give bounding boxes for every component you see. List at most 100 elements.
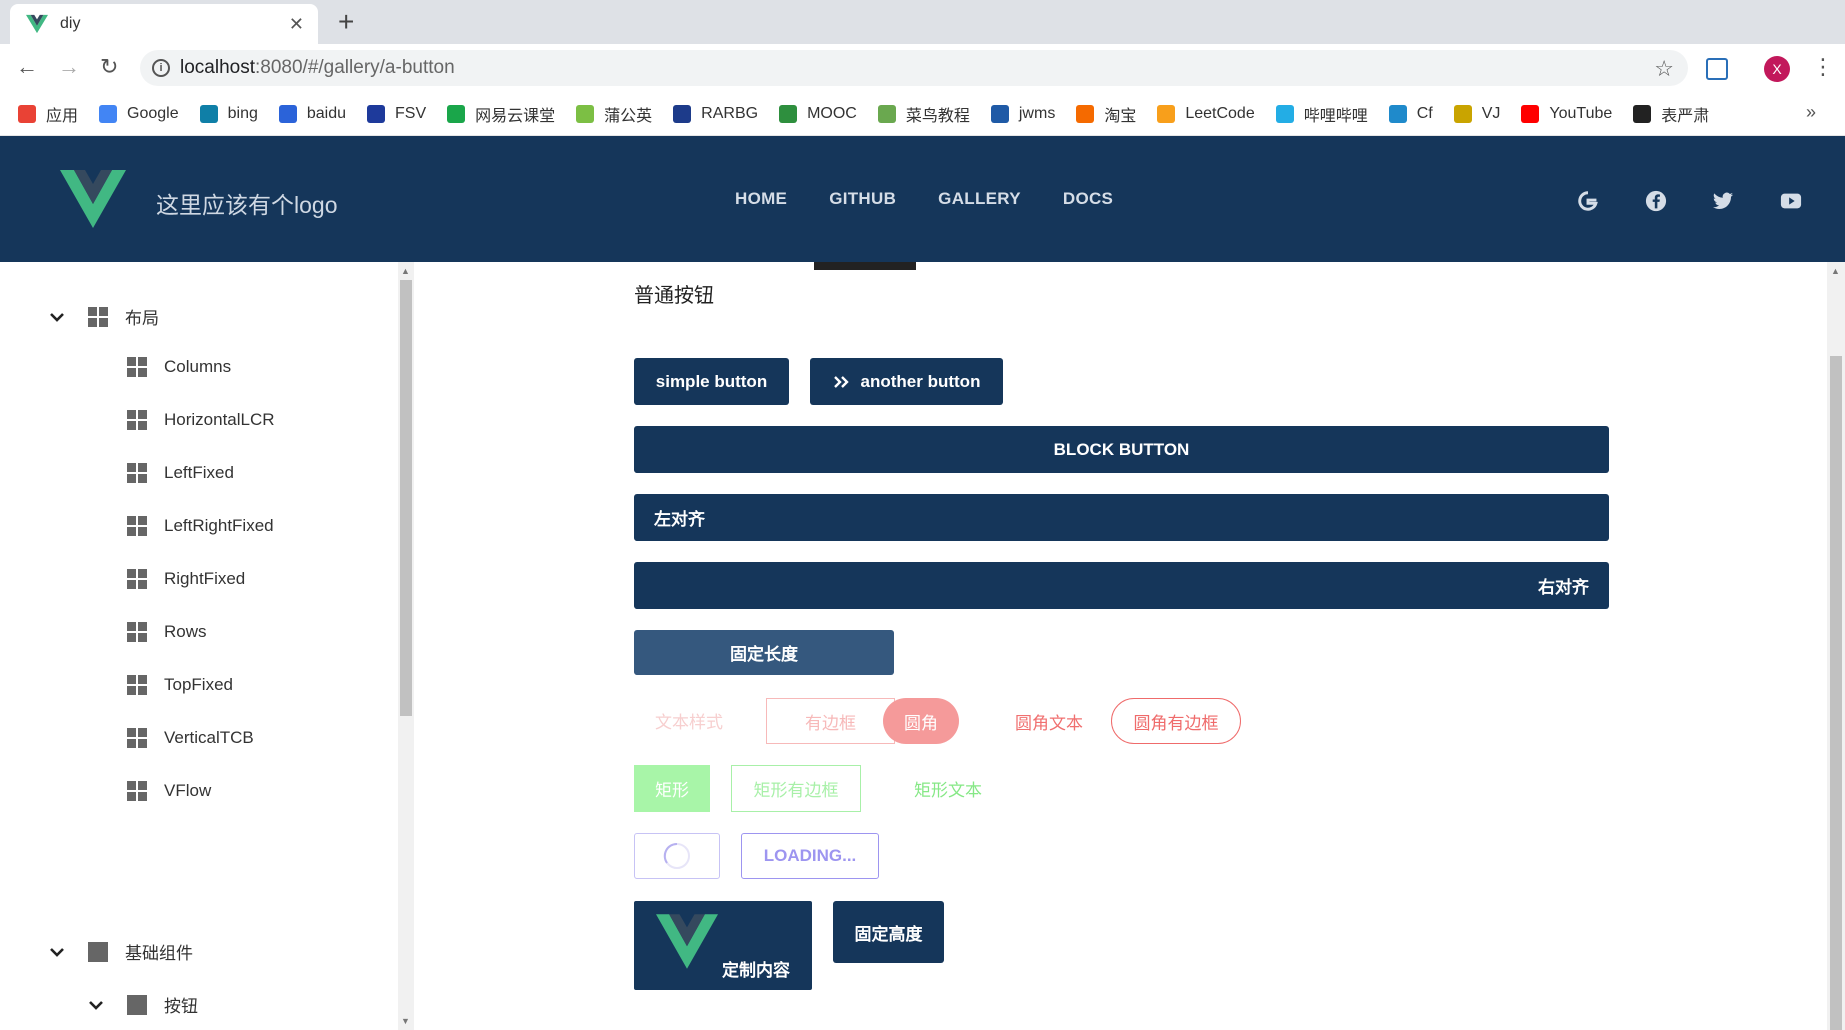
- sidebar-item-rows[interactable]: Rows: [127, 622, 207, 642]
- sidebar-scroll-thumb[interactable]: [400, 280, 412, 716]
- tab-close-icon[interactable]: ✕: [289, 14, 304, 35]
- bookmark-label: FSV: [395, 104, 427, 122]
- jwms-icon: [990, 104, 1009, 123]
- youtube-icon[interactable]: [1779, 190, 1803, 212]
- section-subtitle: 普通按钮: [634, 285, 714, 307]
- bookmark-item[interactable]: 菜鸟教程: [877, 102, 970, 126]
- bordered-button[interactable]: 有边框: [766, 698, 895, 744]
- extension-icon[interactable]: [1706, 58, 1728, 80]
- sidebar-item-rightfixed[interactable]: RightFixed: [127, 569, 245, 589]
- loading-spinner-button[interactable]: [634, 833, 720, 879]
- bookmark-star-icon[interactable]: ☆: [1654, 56, 1674, 82]
- bookmark-item[interactable]: 蒲公英: [576, 102, 652, 126]
- left-align-button[interactable]: 左对齐: [634, 494, 1609, 541]
- rect-bordered-button[interactable]: 矩形有边框: [731, 765, 861, 812]
- google-icon[interactable]: [1576, 190, 1600, 212]
- scroll-up-arrow-icon[interactable]: ▲: [1831, 266, 1840, 276]
- address-bar[interactable]: i localhost:8080/#/gallery/a-button ☆: [140, 50, 1688, 86]
- loading-text-button[interactable]: LOADING...: [741, 833, 879, 879]
- sidebar-scrollbar[interactable]: ▲ ▼: [398, 262, 414, 1030]
- sidebar-item-columns[interactable]: Columns: [127, 357, 231, 377]
- bookmark-label: 哔哩哔哩: [1303, 107, 1368, 125]
- block-button[interactable]: BLOCK BUTTON: [634, 426, 1609, 473]
- facebook-icon[interactable]: [1644, 190, 1668, 212]
- url-path: :8080/#/gallery/a-button: [255, 57, 455, 78]
- bookmark-label: Cf: [1416, 104, 1433, 122]
- sidebar-item-leftrightfixed[interactable]: LeftRightFixed: [127, 516, 274, 536]
- sidebar-item-button[interactable]: 按钮: [89, 992, 198, 1017]
- simple-button[interactable]: simple button: [634, 358, 789, 405]
- bookmark-label: jwms: [1018, 104, 1056, 122]
- bookmark-item[interactable]: bing: [199, 104, 258, 123]
- sidebar-item-topfixed[interactable]: TopFixed: [127, 675, 233, 695]
- profile-avatar[interactable]: X: [1764, 56, 1790, 82]
- mooc-icon: [779, 104, 798, 123]
- bookmark-item[interactable]: MOOC: [779, 104, 857, 123]
- bookmark-item[interactable]: Cf: [1388, 104, 1433, 123]
- sidebar-group-basic[interactable]: 基础组件: [50, 939, 193, 964]
- text-style-button[interactable]: 文本样式: [634, 698, 744, 743]
- browser-menu-icon[interactable]: ⋮: [1812, 54, 1834, 80]
- site-info-icon[interactable]: i: [152, 59, 170, 77]
- reload-icon[interactable]: ↻: [100, 54, 118, 80]
- sidebar-item-label: TopFixed: [164, 675, 233, 694]
- scroll-down-arrow-icon[interactable]: ▼: [401, 1016, 410, 1026]
- sidebar-item-label: VFlow: [164, 781, 212, 800]
- sidebar-item-leftfixed[interactable]: LeftFixed: [127, 463, 234, 483]
- bookmark-item[interactable]: Google: [99, 104, 179, 123]
- nav-home[interactable]: HOME: [735, 189, 787, 209]
- sidebar-item-label: Rows: [164, 622, 207, 641]
- sidebar-item-label: RightFixed: [164, 569, 246, 588]
- vue-favicon-icon: [26, 14, 48, 34]
- nav-github[interactable]: GITHUB: [829, 189, 896, 209]
- another-button[interactable]: another button: [810, 358, 1003, 405]
- bookmark-item[interactable]: baidu: [278, 104, 346, 123]
- runoob-icon: [877, 104, 896, 123]
- bookmarks-bar: 应用 Google bing baidu FSV 网易云课堂 蒲公英 RARBG MOOC 菜鸟教…: [0, 92, 1845, 136]
- bookmark-item[interactable]: RARBG: [673, 104, 758, 123]
- sidebar-item-vflow[interactable]: VFlow: [127, 781, 211, 801]
- bookmark-item[interactable]: YouTube: [1521, 104, 1613, 123]
- rounded-button[interactable]: 圆角: [883, 698, 959, 744]
- custom-content-button[interactable]: 定制内容: [634, 901, 812, 990]
- sidebar-item-verticaltcb[interactable]: VerticalTCB: [127, 728, 254, 748]
- bookmarks-overflow-icon[interactable]: »: [1806, 102, 1819, 123]
- rect-text-button[interactable]: 矩形文本: [883, 765, 1013, 812]
- bookmark-item[interactable]: jwms: [990, 104, 1056, 123]
- right-align-button[interactable]: 右对齐: [634, 562, 1609, 609]
- bookmark-item[interactable]: 网易云课堂: [447, 102, 555, 126]
- main-scroll-thumb[interactable]: [1830, 356, 1842, 1030]
- browser-tab[interactable]: diy ✕: [10, 4, 318, 44]
- fixed-height-button[interactable]: 固定高度: [833, 901, 944, 963]
- bookmark-label: 应用: [46, 107, 79, 125]
- bookmark-label: YouTube: [1549, 104, 1613, 122]
- bing-icon: [199, 104, 218, 123]
- new-tab-icon[interactable]: +: [338, 6, 354, 38]
- vue-logo-icon[interactable]: [60, 170, 126, 228]
- sidebar-group-layout[interactable]: 布局: [50, 304, 159, 329]
- scroll-up-arrow-icon[interactable]: ▲: [401, 266, 410, 276]
- bookmark-item[interactable]: VJ: [1453, 104, 1500, 123]
- bookmark-label: LeetCode: [1185, 104, 1255, 122]
- bookmark-item[interactable]: 表严肃: [1633, 102, 1709, 126]
- rounded-bordered-button[interactable]: 圆角有边框: [1111, 698, 1241, 744]
- main-scrollbar[interactable]: ▲: [1827, 262, 1845, 1030]
- bookmark-item[interactable]: 哔哩哔哩: [1275, 102, 1368, 126]
- grid-icon: [127, 463, 147, 483]
- twitter-icon[interactable]: [1711, 190, 1735, 212]
- sidebar-group-label: 布局: [125, 309, 159, 328]
- rounded-text-button[interactable]: 圆角文本: [994, 698, 1104, 744]
- nav-gallery[interactable]: GALLERY: [938, 189, 1021, 209]
- bookmark-item[interactable]: LeetCode: [1157, 104, 1255, 123]
- bookmark-item[interactable]: FSV: [367, 104, 427, 123]
- bookmark-item[interactable]: 淘宝: [1076, 102, 1136, 126]
- fixed-width-button[interactable]: 固定长度: [634, 630, 894, 675]
- bookmark-item[interactable]: 应用: [18, 102, 78, 126]
- back-icon[interactable]: ←: [16, 54, 38, 80]
- sidebar-item-horizontallcr[interactable]: HorizontalLCR: [127, 410, 275, 430]
- baidu-icon: [278, 104, 297, 123]
- rect-button[interactable]: 矩形: [634, 765, 710, 812]
- nav-docs[interactable]: DOCS: [1063, 189, 1113, 209]
- sidebar-item-label: LeftRightFixed: [164, 516, 274, 535]
- forward-icon[interactable]: →: [58, 54, 80, 80]
